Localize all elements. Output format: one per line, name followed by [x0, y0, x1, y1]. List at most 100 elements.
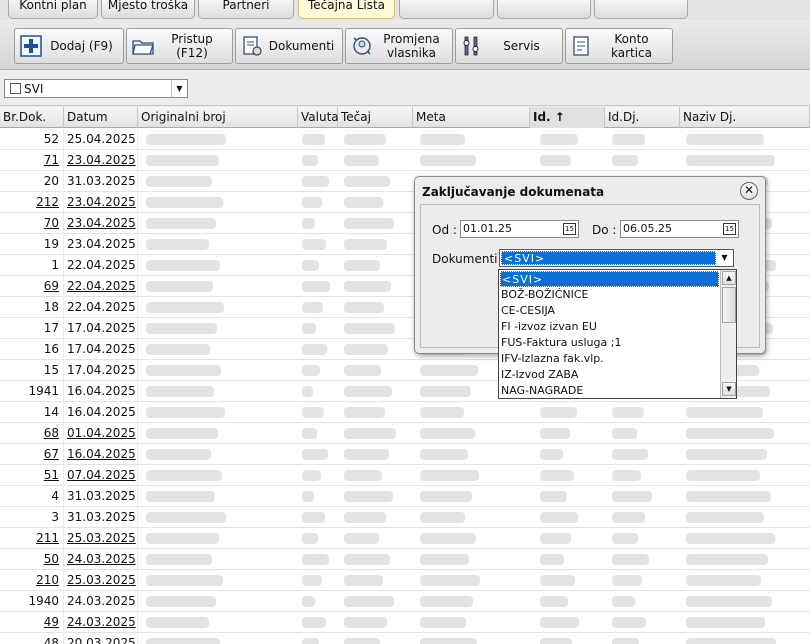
scroll-down-icon[interactable]: ▼	[722, 382, 736, 396]
tab-empty[interactable]	[399, 0, 494, 19]
documents-dropdown-list: <SVI> BOŽ-BOŽIĆNICE CE-CESIJA FI -izvoz izv…	[498, 269, 737, 399]
column-header-originalni-broj[interactable]: Originalni broj	[138, 107, 298, 128]
cell-brdok: 4	[0, 486, 64, 507]
dropdown-scrollbar[interactable]: ▲ ▼	[720, 270, 736, 398]
tab-partneri[interactable]: Partneri	[198, 0, 294, 19]
to-date-field[interactable]: 06.05.25 15	[620, 220, 739, 238]
table-row[interactable]: 210 25.03.2025	[0, 570, 810, 591]
column-header-datum[interactable]: Datum	[64, 107, 138, 128]
tab-empty[interactable]	[594, 0, 688, 19]
table-row[interactable]: 14 16.04.2025	[0, 402, 810, 423]
cell-brdok[interactable]: 71	[0, 150, 64, 171]
close-icon[interactable]: ✕	[740, 182, 758, 200]
table-row[interactable]: 52 25.04.2025	[0, 129, 810, 150]
cell-brdok[interactable]: 50	[0, 549, 64, 570]
cell-brdok[interactable]: 68	[0, 423, 64, 444]
cell-brdok[interactable]: 211	[0, 528, 64, 549]
chevron-down-icon[interactable]: ▼	[171, 80, 187, 97]
table-row[interactable]: 48 20.03.2025	[0, 633, 810, 644]
redacted-cell	[146, 512, 226, 523]
redacted-cell	[146, 323, 217, 334]
service-button[interactable]: Servis	[455, 28, 563, 64]
table-row[interactable]: 71 23.04.2025	[0, 150, 810, 171]
cell-datum[interactable]: 23.04.2025	[64, 192, 138, 213]
cell-datum[interactable]: 22.04.2025	[64, 276, 138, 297]
table-row[interactable]: 4 31.03.2025	[0, 486, 810, 507]
dropdown-option[interactable]: BOŽ-BOŽIĆNICE	[500, 287, 719, 303]
documents-combo[interactable]: <SVI> ▼	[499, 249, 734, 267]
add-button[interactable]: Dodaj (F9)	[14, 28, 124, 64]
dropdown-option[interactable]: FI -izvoz izvan EU	[500, 319, 719, 335]
table-row[interactable]: 49 24.03.2025	[0, 612, 810, 633]
table-row[interactable]: 67 16.04.2025	[0, 444, 810, 465]
redacted-cell	[344, 533, 379, 544]
tab-tecajna-lista[interactable]: Tečajna Lista	[298, 0, 395, 19]
cell-brdok[interactable]: 212	[0, 192, 64, 213]
cell-brdok[interactable]: 70	[0, 213, 64, 234]
filter-checkbox[interactable]	[10, 83, 21, 94]
table-row[interactable]: 68 01.04.2025	[0, 423, 810, 444]
scrollbar-thumb[interactable]	[722, 287, 736, 323]
scroll-up-icon[interactable]: ▲	[722, 271, 736, 285]
cell-datum[interactable]: 24.03.2025	[64, 549, 138, 570]
cell-datum[interactable]: 01.04.2025	[64, 423, 138, 444]
cell-datum[interactable]: 25.03.2025	[64, 528, 138, 549]
cell-brdok[interactable]: 67	[0, 444, 64, 465]
redacted-cell	[420, 617, 466, 628]
column-header-id[interactable]: Id. ↑	[530, 107, 605, 128]
dropdown-option[interactable]: IFV-Izlazna fak.vlp.	[500, 351, 719, 367]
redacted-cell	[420, 365, 478, 376]
column-header-meta[interactable]: Meta	[413, 107, 530, 128]
tab-kontni-plan[interactable]: Kontni plan	[8, 0, 98, 19]
table-row[interactable]: 50 24.03.2025	[0, 549, 810, 570]
dropdown-option[interactable]: <SVI>	[500, 271, 719, 287]
column-header-id-dj[interactable]: Id.Dj.	[605, 107, 680, 128]
chevron-down-icon[interactable]: ▼	[717, 251, 732, 265]
tab-empty[interactable]	[497, 0, 591, 19]
redacted-cell	[420, 575, 480, 586]
cell-brdok[interactable]: 51	[0, 465, 64, 486]
dropdown-option[interactable]: NAG-NAGRADE	[500, 383, 719, 398]
table-row[interactable]: 51 07.04.2025	[0, 465, 810, 486]
calendar-icon[interactable]: 15	[563, 223, 576, 235]
redacted-cell	[302, 554, 329, 565]
tab-mjesto-troska[interactable]: Mjesto troška	[101, 0, 195, 19]
access-button[interactable]: Pristup (F12)	[126, 28, 233, 64]
redacted-cell	[146, 491, 215, 502]
calendar-icon[interactable]: 15	[723, 223, 736, 235]
dropdown-option[interactable]: FUS-Faktura usluga ;1	[500, 335, 719, 351]
documents-button[interactable]: Dokumenti	[235, 28, 343, 64]
dropdown-option[interactable]: IZ-Izvod ZABA	[500, 367, 719, 383]
cell-brdok[interactable]: 69	[0, 276, 64, 297]
redacted-cell	[612, 617, 646, 628]
redacted-cell	[302, 323, 316, 334]
column-header-tecaj[interactable]: Tečaj	[338, 107, 413, 128]
from-date-field[interactable]: 01.01.25 15	[460, 220, 579, 238]
cell-datum[interactable]: 23.04.2025	[64, 213, 138, 234]
redacted-cell	[612, 596, 635, 607]
table-row[interactable]: 3 31.03.2025	[0, 507, 810, 528]
dropdown-option[interactable]: CE-CESIJA	[500, 303, 719, 319]
redacted-cell	[344, 428, 396, 439]
cell-datum[interactable]: 07.04.2025	[64, 465, 138, 486]
redacted-cell	[146, 533, 219, 544]
column-header-naziv-dj[interactable]: Naziv Dj.	[680, 107, 810, 128]
cell-datum[interactable]: 24.03.2025	[64, 612, 138, 633]
redacted-cell	[612, 155, 638, 166]
redacted-cell	[146, 407, 225, 418]
redacted-cell	[146, 638, 220, 644]
column-header-brdok[interactable]: Br.Dok.	[0, 107, 64, 128]
column-header-valuta[interactable]: Valuta	[298, 107, 339, 128]
cell-brdok[interactable]: 210	[0, 570, 64, 591]
cell-datum[interactable]: 23.04.2025	[64, 150, 138, 171]
redacted-cell	[686, 575, 761, 586]
konto-card-button[interactable]: Konto kartica	[565, 28, 673, 64]
cell-brdok[interactable]: 49	[0, 612, 64, 633]
table-row[interactable]: 1940 24.03.2025	[0, 591, 810, 612]
table-row[interactable]: 211 25.03.2025	[0, 528, 810, 549]
filter-combo[interactable]: SVI ▼	[4, 79, 188, 98]
cell-datum[interactable]: 25.03.2025	[64, 570, 138, 591]
change-owner-button[interactable]: Promjena vlasnika	[345, 28, 453, 64]
cell-datum[interactable]: 16.04.2025	[64, 444, 138, 465]
redacted-cell	[302, 575, 322, 586]
